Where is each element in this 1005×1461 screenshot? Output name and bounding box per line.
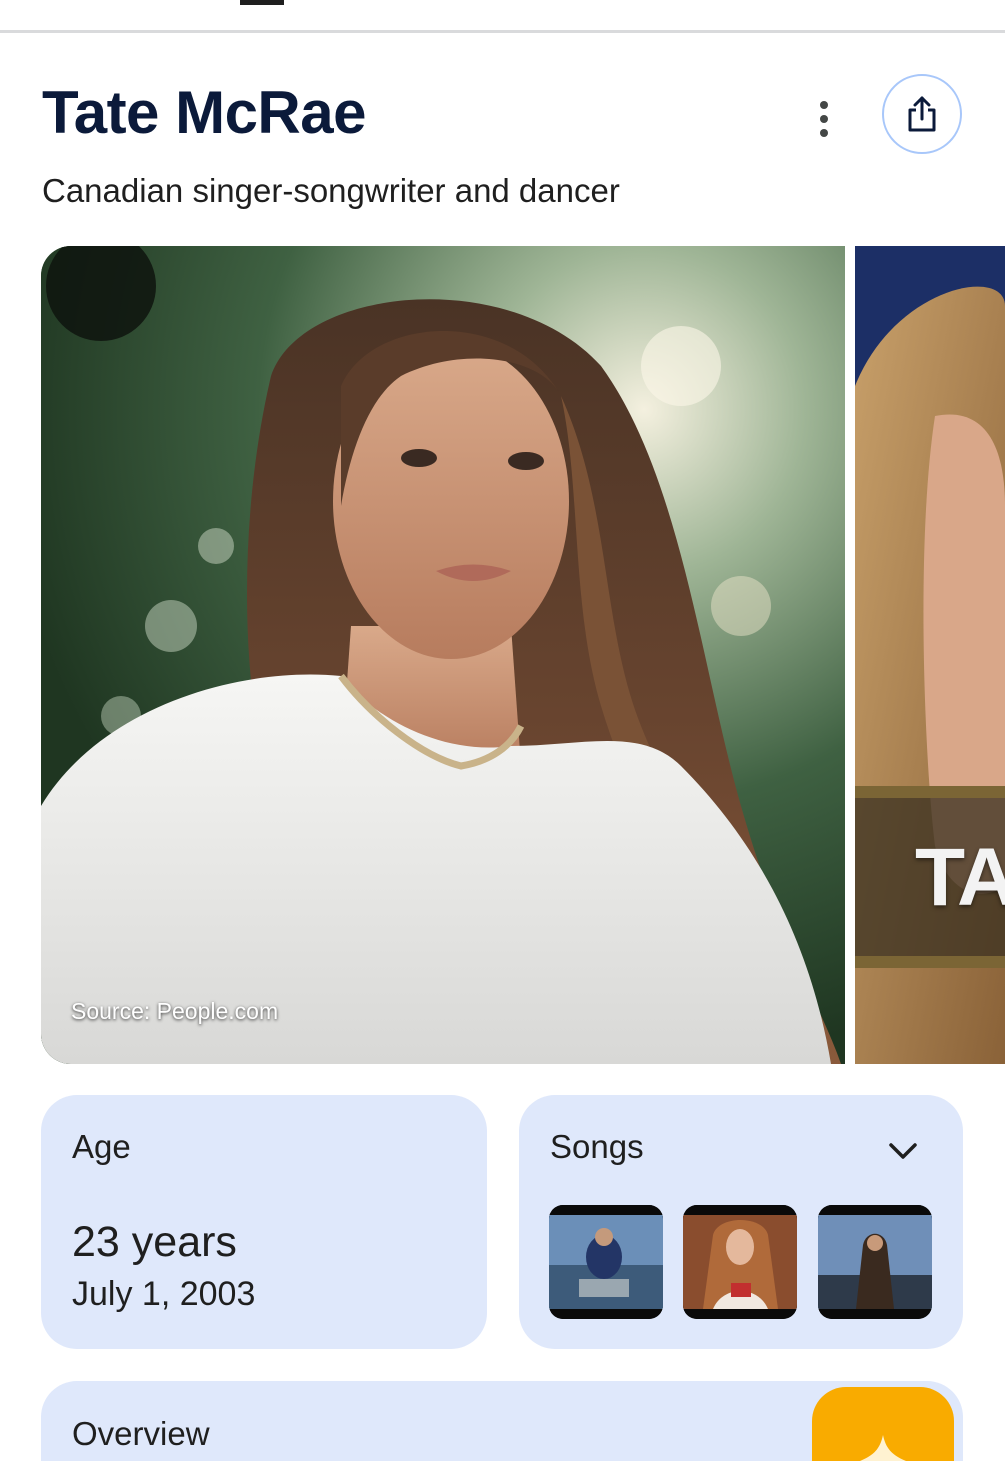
age-label: Age [72,1128,131,1165]
share-icon [908,96,936,132]
songs-label: Songs [550,1128,644,1165]
portrait-photo [41,246,845,1064]
video-thumbnail-image [683,1205,797,1319]
next-photo-overlay-text: TA [915,832,1005,923]
age-value: 23 years [72,1218,237,1266]
more-vert-icon [820,101,828,109]
header-divider [0,30,1005,33]
video-thumbnail-image [549,1205,663,1319]
chevron-down-icon [889,1143,917,1159]
share-button[interactable] [882,74,962,154]
video-thumbnail-image [818,1205,932,1319]
more-options-button[interactable] [804,96,844,142]
song-thumbnail[interactable] [549,1205,663,1319]
entity-subtitle: Canadian singer-songwriter and dancer [42,172,620,209]
knowledge-panel: Tate McRae Canadian singer-songwriter an… [0,0,1005,1461]
tab-indicator [240,0,284,5]
songs-card[interactable]: Songs [519,1095,963,1349]
overview-label: Overview [72,1415,210,1452]
song-thumbnail[interactable] [683,1205,797,1319]
more-vert-icon-dot [820,115,828,123]
next-photo[interactable]: TA [855,246,1005,1064]
birth-date: July 1, 2003 [72,1275,256,1313]
expand-songs-button[interactable] [881,1131,925,1171]
image-carousel[interactable]: Source: People.com TA [0,246,1005,1064]
sparkle-icon [860,1435,906,1461]
age-card[interactable]: Age 23 years July 1, 2003 [41,1095,487,1349]
main-photo[interactable]: Source: People.com [41,246,845,1064]
more-vert-icon-dot [820,129,828,137]
ai-mode-button[interactable] [812,1387,954,1461]
entity-title: Tate McRae [42,79,367,146]
image-source-label: Source: People.com [71,998,279,1024]
next-photo-image [855,246,1005,1064]
song-thumbnail[interactable] [818,1205,932,1319]
